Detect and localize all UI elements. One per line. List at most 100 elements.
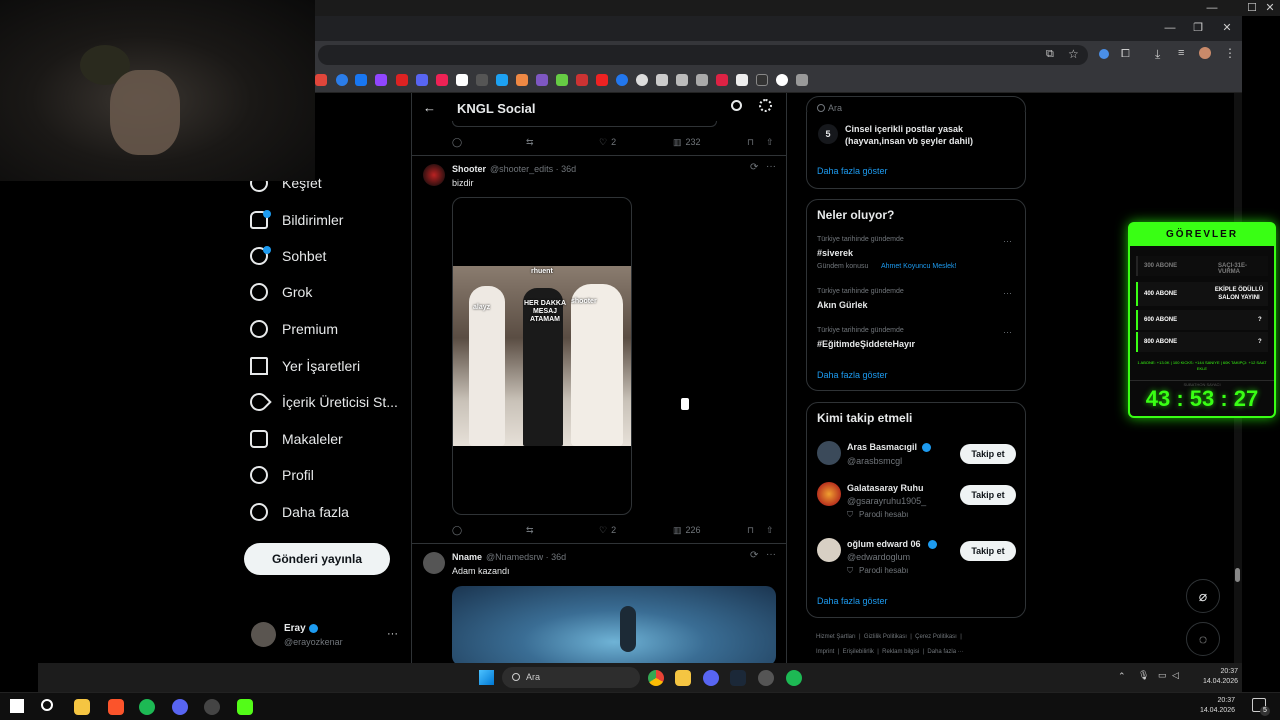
- taskbar-clock[interactable]: 20:37 14.04.2026: [1198, 667, 1238, 687]
- nav-item-bookmarks[interactable]: Yer İşaretleri: [250, 351, 360, 381]
- footer-link[interactable]: Çerez Politikası: [915, 634, 957, 640]
- account-switcher[interactable]: Eray @erayozkenar ···: [251, 622, 401, 650]
- bookmark-icon[interactable]: ⊓: [747, 525, 754, 536]
- back-icon[interactable]: ←: [423, 100, 436, 115]
- follow-button[interactable]: Takip et: [960, 541, 1016, 561]
- profile-icon[interactable]: [1199, 47, 1211, 59]
- bookmark-icon[interactable]: [456, 74, 468, 86]
- avatar[interactable]: [423, 164, 445, 186]
- footer-link[interactable]: Reklam bilgisi: [882, 649, 919, 655]
- follow-suggestion[interactable]: Galatasaray Ruhu @gsarayruhu1905_ ⛉ Paro…: [807, 480, 1025, 526]
- windows-start-icon[interactable]: [10, 699, 24, 713]
- retweet-icon[interactable]: ⇆: [526, 137, 534, 148]
- views-button[interactable]: ▥ 226: [673, 525, 701, 536]
- grok-icon[interactable]: ⟳: [750, 550, 758, 561]
- browser-minimize-icon[interactable]: —: [1158, 20, 1182, 36]
- outer-taskbar-clock[interactable]: 20:37 14.04.2026: [1195, 696, 1235, 716]
- bookmark-icon[interactable]: [336, 74, 348, 86]
- bookmark-icon[interactable]: [756, 74, 768, 86]
- footer-link[interactable]: Daha fazla ···: [927, 649, 963, 655]
- follow-suggestion[interactable]: oğlum edward 06 @edwardoglum ⛉ Parodi he…: [807, 536, 1025, 582]
- bookmark-icon[interactable]: [596, 74, 608, 86]
- bookmark-icon[interactable]: [536, 74, 548, 86]
- views-button[interactable]: ▥ 232: [673, 137, 701, 148]
- nav-item-premium[interactable]: Premium: [250, 314, 338, 344]
- more-icon[interactable]: ···: [1003, 288, 1012, 298]
- chrome-icon[interactable]: [648, 670, 664, 686]
- retweet-icon[interactable]: ⇆: [526, 525, 534, 536]
- nav-item-articles[interactable]: Makaleler: [250, 424, 343, 454]
- obs-icon[interactable]: [204, 699, 220, 715]
- bookmark-icon[interactable]: [696, 74, 708, 86]
- tweet-author[interactable]: Shooter: [452, 164, 486, 174]
- footer-link[interactable]: Imprint: [816, 649, 834, 655]
- nav-item-creator-studio[interactable]: İçerik Üreticisi St...: [246, 387, 398, 417]
- tweet-media[interactable]: [452, 586, 776, 663]
- bookmark-icon[interactable]: [716, 74, 728, 86]
- search-icon[interactable]: [731, 100, 742, 111]
- nav-item-profile[interactable]: Profil: [250, 460, 314, 490]
- download-icon[interactable]: ⤓: [1155, 47, 1160, 62]
- bookmark-icon[interactable]: [556, 74, 568, 86]
- avatar[interactable]: [423, 552, 445, 574]
- folder-icon[interactable]: [675, 670, 691, 686]
- browser-close-icon[interactable]: ✕: [1215, 20, 1239, 36]
- windows-start-icon[interactable]: [479, 670, 494, 685]
- media-icon[interactable]: ≡: [1178, 47, 1184, 59]
- like-button[interactable]: ♡ 2: [599, 525, 616, 536]
- bookmark-icon[interactable]: [396, 74, 408, 86]
- obs-icon[interactable]: [758, 670, 774, 686]
- tweet[interactable]: Shooter @shooter_edits · 36d ⟳ ··· bizdi…: [412, 156, 786, 543]
- spotify-icon[interactable]: [139, 699, 155, 715]
- post-button[interactable]: Gönderi yayınla: [244, 543, 390, 575]
- settings-icon[interactable]: [759, 99, 772, 112]
- bookmark-icon[interactable]: [476, 74, 488, 86]
- taskbar-search[interactable]: Ara: [502, 667, 640, 688]
- bookmark-icon[interactable]: [656, 74, 668, 86]
- trend-sub-link[interactable]: Ahmet Koyuncu Meslek!: [881, 263, 956, 270]
- footer-link[interactable]: Hizmet Şartları: [816, 634, 856, 640]
- bookmark-icon[interactable]: [576, 74, 588, 86]
- mic-icon[interactable]: 🎙: [1138, 670, 1149, 681]
- extension-icon[interactable]: [1099, 49, 1109, 59]
- who-to-follow-more-link[interactable]: Daha fazla göster: [817, 596, 888, 606]
- scrollbar-thumb[interactable]: [1235, 568, 1240, 582]
- more-icon[interactable]: ···: [1003, 327, 1012, 337]
- bookmark-icon[interactable]: [616, 74, 628, 86]
- like-button[interactable]: ♡ 2: [599, 137, 616, 148]
- trends-more-link[interactable]: Daha fazla göster: [817, 370, 888, 380]
- discord-icon[interactable]: [703, 670, 719, 686]
- bookmark-icon[interactable]: [315, 74, 327, 86]
- follow-button[interactable]: Takip et: [960, 485, 1016, 505]
- menu-icon[interactable]: ⋮: [1224, 46, 1236, 60]
- search-icon[interactable]: [41, 699, 53, 711]
- steam-icon[interactable]: [730, 670, 746, 686]
- monitor-icon[interactable]: ▭: [1158, 670, 1167, 681]
- tweet[interactable]: Nname @Nnamedsrw · 36d ⟳ ··· Adam kazand…: [412, 544, 786, 663]
- share-icon[interactable]: ⇧: [766, 137, 774, 148]
- grok-icon[interactable]: ⟳: [750, 162, 758, 173]
- minimize-icon[interactable]: —: [1200, 0, 1224, 16]
- bookmark-icon[interactable]: [636, 74, 648, 86]
- folder-icon[interactable]: [74, 699, 90, 715]
- bookmark-icon[interactable]: [496, 74, 508, 86]
- brave-icon[interactable]: [108, 699, 124, 715]
- nav-item-grok[interactable]: Grok: [250, 277, 312, 307]
- spotify-icon[interactable]: [786, 670, 802, 686]
- kick-icon[interactable]: [237, 699, 253, 715]
- bookmark-icon[interactable]: [375, 74, 387, 86]
- more-icon[interactable]: ···: [766, 161, 776, 172]
- messages-floating-button[interactable]: ◌: [1186, 622, 1220, 656]
- reply-icon[interactable]: ◯: [452, 137, 462, 148]
- bookmark-icon[interactable]: [516, 74, 528, 86]
- grok-floating-button[interactable]: ⌀: [1186, 579, 1220, 613]
- tweet-author[interactable]: Nname: [452, 552, 482, 562]
- tweet-media[interactable]: rhuent HER DAKKA MESAJ ATAMAM alayz shoo…: [452, 197, 632, 515]
- nav-item-notifications[interactable]: Bildirimler: [250, 205, 343, 235]
- rules-more-link[interactable]: Daha fazla göster: [817, 166, 888, 176]
- bookmark-icon[interactable]: [355, 74, 367, 86]
- more-icon[interactable]: ···: [1003, 236, 1012, 246]
- close-icon[interactable]: ✕: [1258, 0, 1280, 16]
- trend-item[interactable]: Türkiye tarihinde gündemde Akın Gürlek ·…: [807, 286, 1025, 316]
- cast-icon[interactable]: ⧉: [1046, 48, 1054, 61]
